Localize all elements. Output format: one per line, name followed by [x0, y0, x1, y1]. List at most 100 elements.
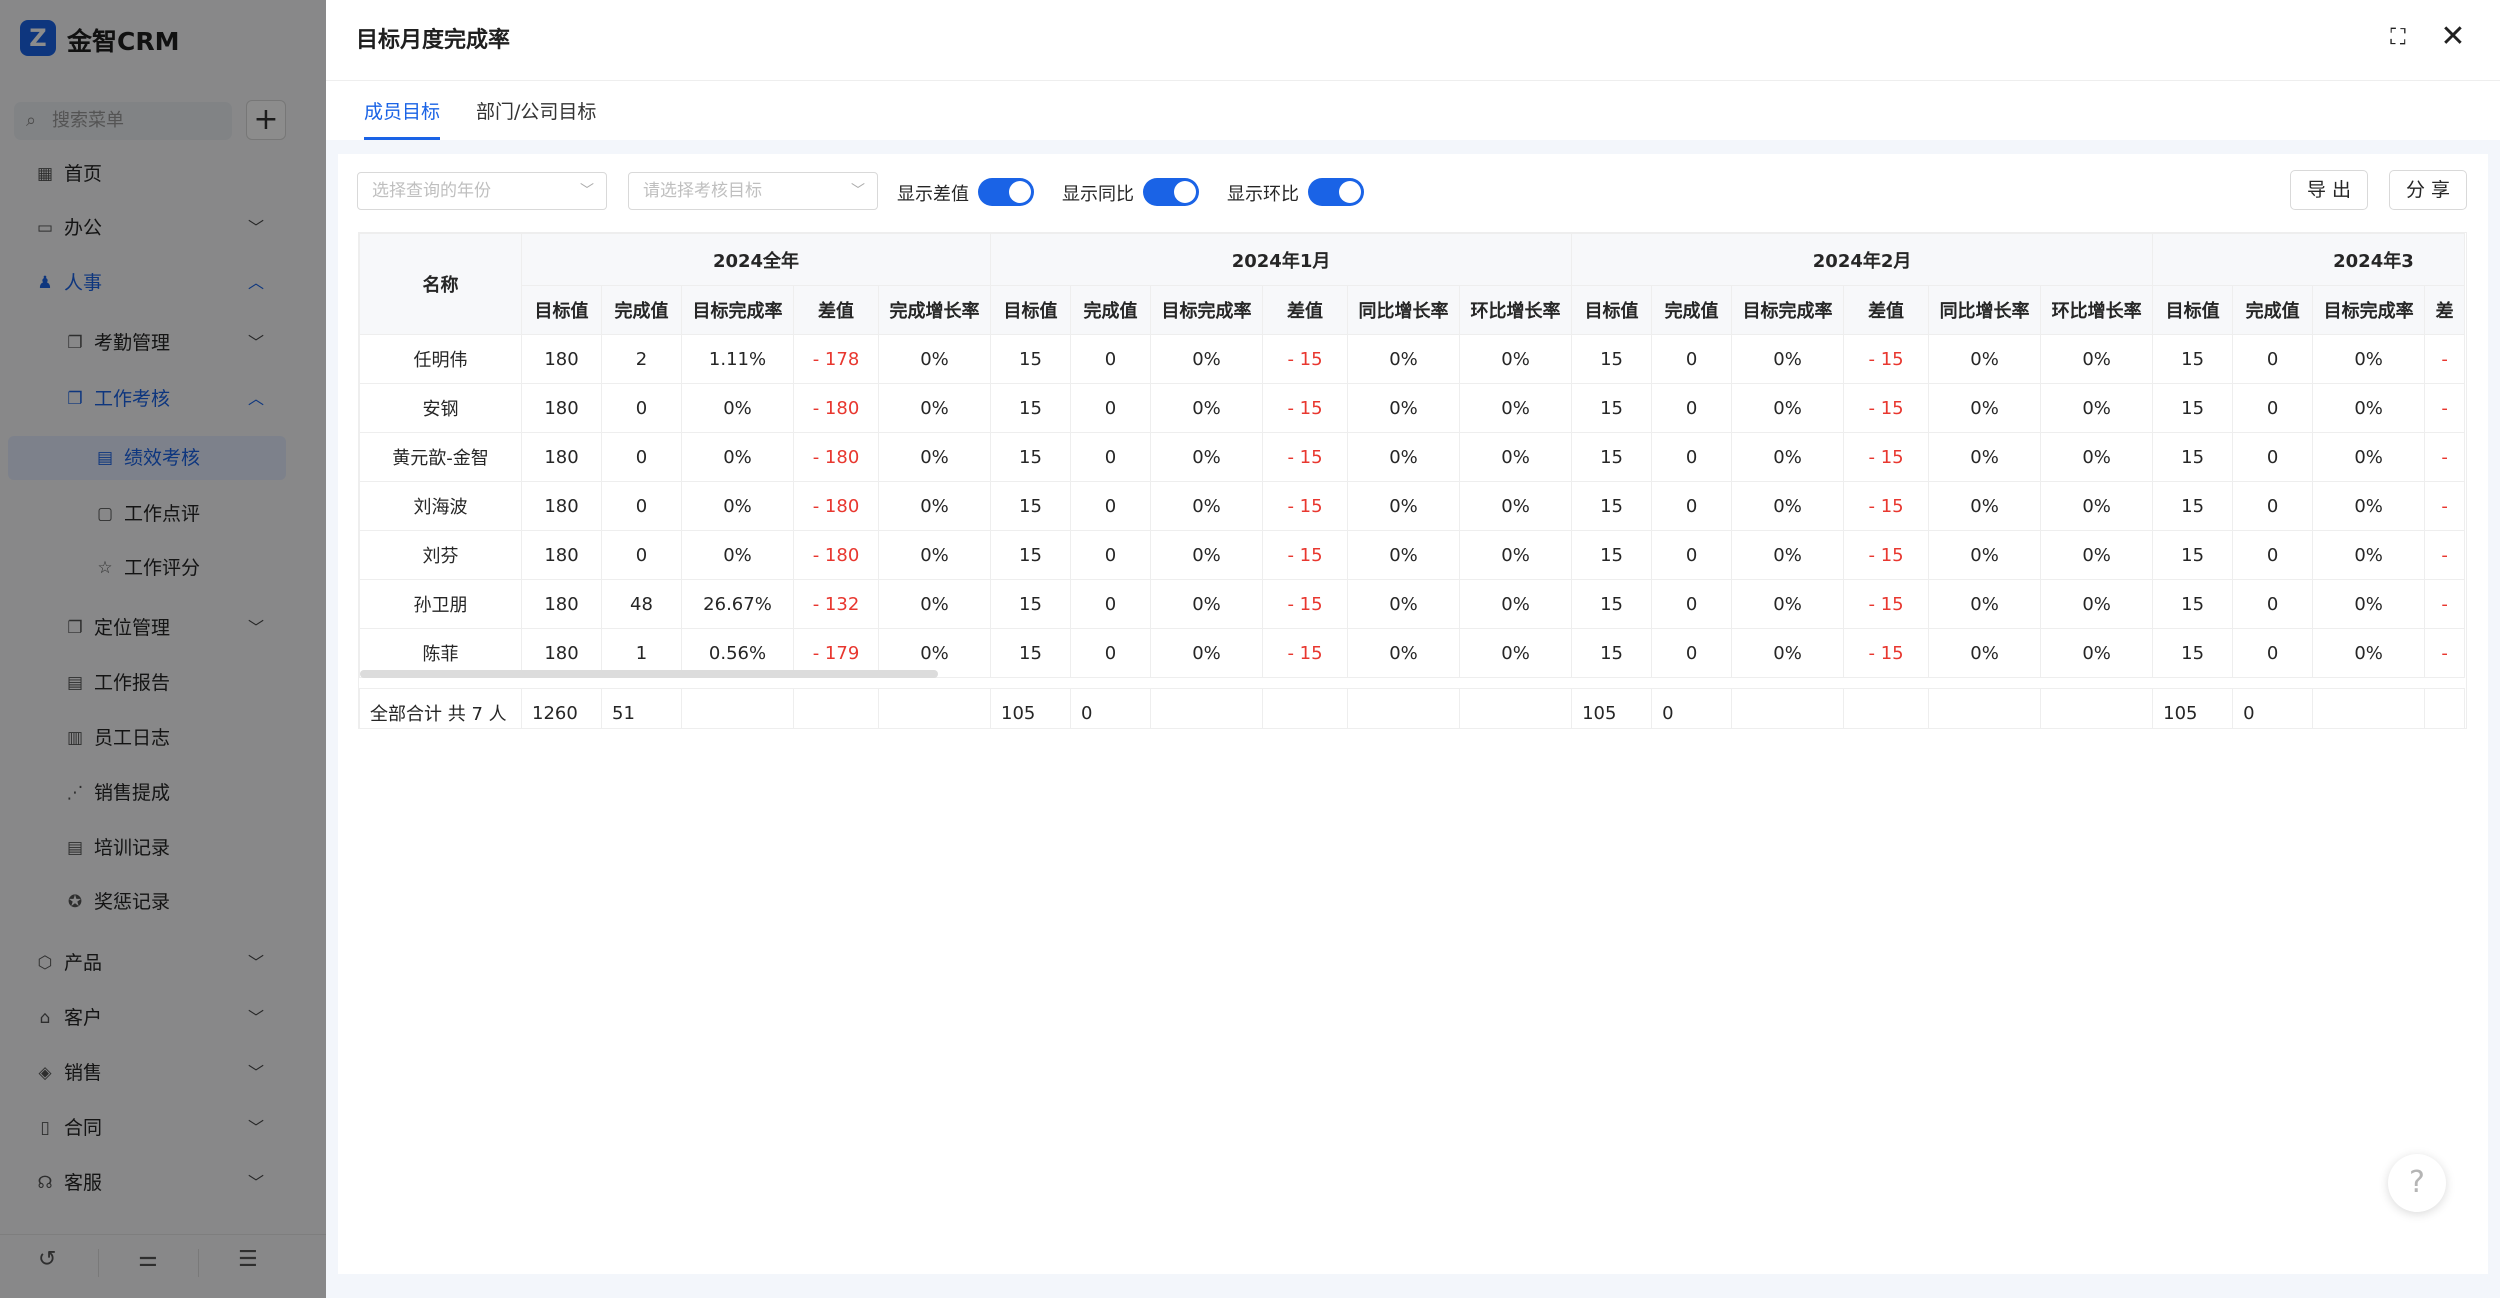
feb-cell: 0% [2040, 530, 2154, 580]
jan-cell: 0% [1150, 383, 1263, 433]
year-cell: 1.11% [681, 334, 794, 384]
feb-cell: 0 [1651, 579, 1733, 629]
jan-cell: 0% [1458, 579, 1573, 629]
year-cell: 26.67% [681, 579, 794, 629]
feb-cell: 0% [1928, 383, 2042, 433]
close-icon[interactable]: ✕ [2438, 22, 2468, 52]
member-name-cell: 任明伟 [359, 334, 522, 384]
chevron-down-icon: ﹀ [580, 183, 594, 199]
goal-table: 名称 2024全年 2024年1月 2024年2月 2024年3 目标值 完成值 目标完成率差… [358, 232, 2467, 729]
export-button[interactable]: 导 出 [2290, 170, 2368, 210]
column-header: 目标完成率 [681, 285, 794, 335]
footer-jan-cell: 0 [1070, 688, 1151, 728]
mar-cell: - [2424, 334, 2466, 384]
help-icon[interactable]: ? [2388, 1154, 2446, 1212]
goal-select[interactable]: 请选择考核目标 ﹀ [628, 172, 878, 210]
feb-cell: 0% [1731, 579, 1845, 629]
year-cell: 180 [521, 383, 602, 433]
mar-cell: 15 [2152, 334, 2234, 384]
jan-cell: 0 [1070, 628, 1151, 678]
year-cell: 0% [878, 530, 991, 580]
year-cell: 0 [601, 530, 682, 580]
column-header: 完成值 [1070, 285, 1151, 335]
feb-cell: 15 [1571, 383, 1653, 433]
year-cell: 180 [521, 530, 602, 580]
footer-feb-cell [2040, 688, 2154, 728]
jan-cell: 15 [990, 628, 1071, 678]
table-horizontal-scrollbar[interactable] [360, 670, 938, 678]
mar-cell: 0 [2232, 628, 2314, 678]
jan-cell: 0% [1150, 579, 1263, 629]
feb-cell: - 15 [1843, 383, 1930, 433]
column-header: 目标完成率 [1150, 285, 1263, 335]
year-cell: 0 [601, 432, 682, 482]
year-select[interactable]: 选择查询的年份 ﹀ [357, 172, 607, 210]
column-header: 同比增长率 [1347, 285, 1460, 335]
year-cell: 0% [878, 579, 991, 629]
column-header: 同比增长率 [1928, 285, 2042, 335]
tab-dept-company-goals[interactable]: 部门/公司目标 [476, 92, 596, 140]
year-cell: 0% [681, 432, 794, 482]
footer-feb-cell: 105 [1571, 688, 1653, 728]
feb-cell: 0% [1731, 383, 1845, 433]
jan-cell: 0 [1070, 481, 1151, 531]
tab-member-goals[interactable]: 成员目标 [364, 92, 441, 140]
show-yoy-label: 显示同比 [1062, 184, 1134, 205]
column-group-header: 2024年3 [2152, 233, 2466, 286]
mar-cell: - [2424, 579, 2466, 629]
mar-cell: 0 [2232, 383, 2314, 433]
feb-cell: 15 [1571, 432, 1653, 482]
mar-cell: 0% [2312, 432, 2426, 482]
column-header-name: 名称 [359, 233, 522, 335]
feb-cell: 0% [2040, 579, 2154, 629]
footer-jan-cell [1262, 688, 1348, 728]
column-header: 差值 [1262, 285, 1348, 335]
table-row[interactable]: 孙卫朋 180 48 26.67% - 132 0% 15 0 0% - 15 0% 0% 15 0 0% -… [359, 579, 2466, 629]
table-row[interactable]: 安钢 180 0 0% - 180 0% 15 0 0% - 15 0% 0% 15 0 0% - 15 0% 0… [359, 383, 2466, 433]
show-diff-toggle[interactable] [978, 178, 1034, 206]
jan-cell: 15 [990, 334, 1071, 384]
year-cell: 0% [878, 481, 991, 531]
member-name-cell: 安钢 [359, 383, 522, 433]
share-button[interactable]: 分 享 [2389, 170, 2467, 210]
feb-cell: - 15 [1843, 579, 1930, 629]
jan-cell: 0% [1347, 481, 1460, 531]
show-yoy-toggle[interactable] [1143, 178, 1199, 206]
jan-cell: 0% [1458, 383, 1573, 433]
jan-cell: 15 [990, 579, 1071, 629]
mar-cell: 0% [2312, 530, 2426, 580]
feb-cell: 0% [1928, 481, 2042, 531]
table-row[interactable]: 刘芬 180 0 0% - 180 0% 15 0 0% - 15 0% 0% 15 0 0% - 15 0% 0… [359, 530, 2466, 580]
column-header: 环比增长率 [2040, 285, 2154, 335]
mar-cell: 0% [2312, 334, 2426, 384]
year-cell: 0 [601, 481, 682, 531]
mar-cell: 0% [2312, 383, 2426, 433]
column-header: 目标值 [521, 285, 602, 335]
jan-cell: - 15 [1262, 432, 1348, 482]
year-cell: 180 [521, 334, 602, 384]
jan-cell: - 15 [1262, 579, 1348, 629]
show-mom-toggle[interactable] [1308, 178, 1364, 206]
feb-cell: 0% [1928, 432, 2042, 482]
fullscreen-icon[interactable]: ⛶ [2386, 26, 2410, 50]
year-cell: - 180 [793, 530, 879, 580]
show-mom-label: 显示环比 [1227, 184, 1299, 205]
year-cell: 180 [521, 481, 602, 531]
jan-cell: 0% [1458, 530, 1573, 580]
mar-cell: 15 [2152, 481, 2234, 531]
member-name-cell: 黄元歆-金智 [359, 432, 522, 482]
jan-cell: 0% [1150, 530, 1263, 580]
table-row[interactable]: 刘海波 180 0 0% - 180 0% 15 0 0% - 15 0% 0% 15 0 0% - 15 0%… [359, 481, 2466, 531]
table-row[interactable]: 任明伟 180 2 1.11% - 178 0% 15 0 0% - 15 0% 0% 15 0 0% - 1… [359, 334, 2466, 384]
table-row[interactable]: 黄元歆-金智 180 0 0% - 180 0% 15 0 0% - 15 0% 0% 15 0 0% - 1… [359, 432, 2466, 482]
column-header: 目标值 [2152, 285, 2234, 335]
footer-year-cell [793, 688, 879, 728]
mar-cell: - [2424, 383, 2466, 433]
year-cell: 0% [681, 530, 794, 580]
mar-cell: 0% [2312, 628, 2426, 678]
member-name-cell: 孙卫朋 [359, 579, 522, 629]
footer-mar-cell [2424, 688, 2466, 728]
feb-cell: 0% [1731, 628, 1845, 678]
goal-table-grid: 名称 2024全年 2024年1月 2024年2月 2024年3 目标值 完成值 目标完成率差… [359, 233, 2466, 728]
footer-mar-cell: 105 [2152, 688, 2234, 728]
